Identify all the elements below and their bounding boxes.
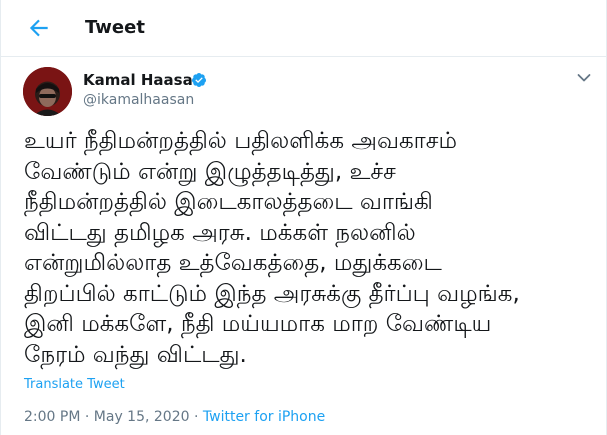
tweet-date[interactable]: May 15, 2020 (94, 409, 190, 425)
author-name[interactable]: Kamal Haasan (83, 71, 203, 89)
profile-photo (23, 67, 72, 116)
meta-separator: · (80, 409, 94, 425)
page-title: Tweet (85, 17, 145, 38)
avatar[interactable] (23, 67, 72, 116)
translate-tweet-link[interactable]: Translate Tweet (24, 377, 125, 393)
chevron-down-icon[interactable] (577, 73, 591, 83)
tweet-time[interactable]: 2:00 PM (24, 409, 80, 425)
tweet-detail-page: Tweet Kamal Haasan @ikamalhaasan உயர் நீ… (0, 0, 607, 435)
verified-badge-icon (191, 73, 206, 87)
page-header: Tweet (1, 0, 606, 57)
meta-separator: · (189, 409, 203, 425)
tweet-source-link[interactable]: Twitter for iPhone (203, 409, 325, 425)
arrow-left-icon (29, 19, 48, 37)
author-handle[interactable]: @ikamalhaasan (83, 91, 194, 109)
tweet-metadata: 2:00 PM · May 15, 2020 · Twitter for iPh… (24, 408, 325, 426)
back-button[interactable] (26, 15, 52, 41)
tweet-text: உயர் நீதிமன்றத்தில் பதிலளிக்க அவகாசம் வே… (24, 128, 520, 368)
